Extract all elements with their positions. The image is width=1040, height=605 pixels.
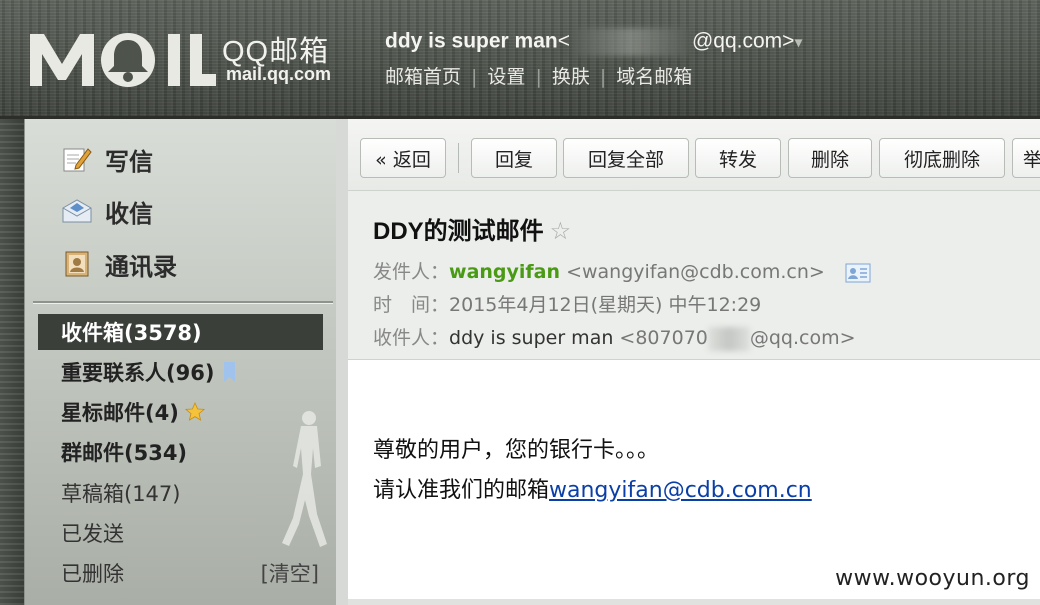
delete-button[interactable]: 删除: [788, 138, 872, 178]
reply-button[interactable]: 回复: [471, 138, 557, 178]
redacted-email: [571, 28, 690, 56]
recipient-name[interactable]: ddy is super man: [449, 327, 613, 349]
account-email-prefix: <: [557, 29, 570, 53]
check-mail-label: 收信: [105, 200, 153, 228]
walking-man-illustration: [282, 411, 327, 547]
folder-inbox[interactable]: 收件箱(3578): [38, 314, 323, 350]
empty-trash-link[interactable]: [清空]: [261, 558, 319, 588]
delete-forever-button[interactable]: 彻底删除: [879, 138, 1005, 178]
account-dropdown-icon[interactable]: ▾: [794, 35, 802, 52]
account-info[interactable]: ddy is super man< @qq.com>▾: [385, 28, 802, 56]
account-email-suffix: @qq.com>: [691, 29, 795, 53]
folder-label: 星标邮件(4): [61, 401, 179, 425]
envelope-icon: [59, 195, 95, 227]
address-book-icon: [59, 248, 95, 280]
nav-mail-home[interactable]: 邮箱首页: [385, 66, 461, 88]
reply-all-button[interactable]: 回复全部: [563, 138, 689, 178]
bookmark-icon: [224, 362, 236, 382]
folder-important-contacts[interactable]: 重要联系人(96): [38, 354, 323, 390]
star-toggle-icon[interactable]: ☆: [550, 218, 572, 245]
brand-domain: mail.qq.com: [226, 64, 332, 84]
compose-button[interactable]: 写信: [59, 141, 259, 177]
time-label: 时 间：: [373, 294, 450, 316]
contacts-label: 通讯录: [105, 253, 177, 281]
nav-separator: |: [535, 66, 542, 88]
mail-toolbar: « 返回 回复 回复全部 转发 删除 彻底删除 举: [348, 119, 1040, 191]
mail-subject: DDY的测试邮件 ☆: [373, 211, 571, 246]
time-line: 时 间：2015年4月12日(星期天) 中午12:29: [373, 290, 761, 317]
star-icon: [184, 402, 205, 421]
sender-name[interactable]: wangyifan: [449, 261, 560, 283]
compose-label: 写信: [105, 148, 153, 176]
contacts-button[interactable]: 通讯录: [59, 246, 259, 282]
app-header: QQ邮箱 mail.qq.com ddy is super man< @qq.co…: [0, 0, 1040, 119]
forward-button[interactable]: 转发: [695, 138, 781, 178]
body-text: 请认准我们的邮箱: [373, 478, 550, 503]
nav-separator: |: [599, 66, 607, 88]
folder-label: 群邮件(534): [61, 441, 188, 465]
folder-label: 重要联系人(96): [61, 361, 215, 385]
toolbar-separator: [458, 143, 459, 173]
mail-header: DDY的测试邮件 ☆ 发件人：wangyifan <wangyifan@cdb.c…: [348, 191, 1040, 360]
nav-domain-mail[interactable]: 域名邮箱: [616, 66, 692, 88]
watermark: www.wooyun.org: [835, 566, 1030, 591]
back-button[interactable]: « 返回: [360, 138, 446, 178]
mail-reader: « 返回 回复 回复全部 转发 删除 彻底删除 举 DDY的测试邮件☆ 发件人：…: [336, 119, 1040, 605]
account-name: ddy is super man: [385, 29, 558, 53]
redacted-address: [707, 326, 750, 351]
compose-icon: [59, 143, 95, 175]
body-line-2: 请认准我们的邮箱wangyifan@cdb.com.cn: [373, 471, 812, 511]
background-strip: [0, 119, 24, 605]
from-label: 发件人：: [373, 261, 450, 283]
to-label: 收件人：: [373, 327, 450, 349]
sender-address: <wangyifan@cdb.com.cn>: [566, 261, 825, 283]
reader-footer-bar: [348, 599, 1040, 605]
email-link[interactable]: wangyifan@cdb.com.cn: [549, 478, 812, 503]
recipient-address-prefix: <807070: [619, 327, 708, 349]
folder-label: 收件箱(3578): [61, 321, 202, 345]
body-line-1: 尊敬的用户，您的银行卡。。。: [373, 438, 660, 463]
sidebar-divider: [33, 301, 333, 303]
sender-line: 发件人：wangyifan <wangyifan@cdb.com.cn>: [373, 257, 871, 284]
report-button[interactable]: 举: [1012, 138, 1040, 178]
nav-skin[interactable]: 换肤: [552, 66, 590, 88]
folder-label: 草稿箱(147): [61, 482, 181, 506]
nav-settings[interactable]: 设置: [487, 66, 525, 88]
top-nav: 邮箱首页 | 设置 | 换肤 | 域名邮箱: [385, 62, 692, 89]
sidebar: 写信 收信 通讯录 收件箱(3578) 重要联系人(96) 星标邮件(4) 群邮…: [24, 119, 337, 605]
subject-text: DDY的测试邮件: [373, 218, 544, 245]
mail-body: 尊敬的用户，您的银行卡。。。 请认准我们的邮箱wangyifan@cdb.com…: [373, 431, 812, 511]
add-contact-icon[interactable]: [845, 263, 871, 283]
recipient-address-suffix: @qq.com>: [749, 327, 856, 349]
folder-label: 已删除: [61, 562, 124, 586]
folder-deleted[interactable]: 已删除 [清空]: [38, 555, 323, 591]
time-value: 2015年4月12日(星期天) 中午12:29: [449, 294, 762, 316]
mail-logo-icon[interactable]: [28, 24, 218, 90]
check-mail-button[interactable]: 收信: [59, 193, 259, 229]
recipient-line: 收件人：ddy is super man <807070 @qq.com>: [373, 323, 856, 351]
nav-separator: |: [471, 66, 478, 88]
folder-label: 已发送: [61, 522, 124, 546]
